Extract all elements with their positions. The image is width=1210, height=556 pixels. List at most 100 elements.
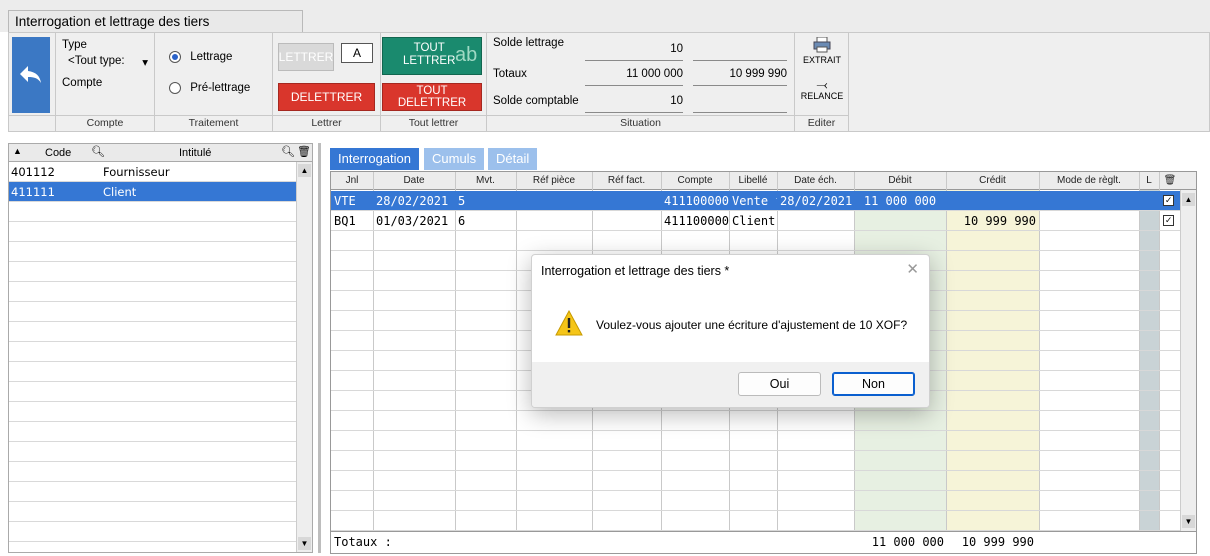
totals-label: Totaux : [334, 535, 392, 549]
table-row[interactable] [331, 431, 1196, 451]
totals-debit: 11 000 000 [871, 535, 944, 549]
sort-up-icon[interactable]: ▲ [13, 146, 22, 156]
relance-button[interactable]: ⤙ RELANCE [799, 77, 845, 101]
relance-icon: ⤙ [816, 76, 828, 92]
list-item[interactable] [9, 302, 312, 322]
header-intitule[interactable]: Intitulé [179, 147, 211, 159]
table-row[interactable] [331, 511, 1196, 531]
header-mode[interactable]: Mode de règlt. [1039, 172, 1139, 190]
list-item[interactable] [9, 322, 312, 342]
search-icon[interactable]: 🔍︎ [281, 145, 295, 158]
list-item[interactable] [9, 442, 312, 462]
account-code: 401112 [11, 165, 55, 179]
table-row[interactable]: VTE28/02/20215411100000Vente fo28/02/202… [331, 191, 1196, 211]
prelettrage-radio[interactable]: Pré-lettrage [169, 82, 250, 94]
ribbon: Type <Tout type: ▾ Compte Compte Lettrag… [8, 32, 1210, 132]
cell-jnl: VTE [334, 194, 356, 208]
header-debit[interactable]: Débit [854, 172, 946, 190]
list-item[interactable] [9, 522, 312, 542]
list-item[interactable] [9, 382, 312, 402]
tab-interrogation[interactable]: Interrogation [330, 148, 419, 170]
scroll-up-icon[interactable]: ▲ [298, 164, 311, 177]
scroll-down-icon[interactable]: ▼ [1182, 515, 1195, 528]
cell-libelle: Client [732, 214, 776, 228]
header-credit[interactable]: Crédit [946, 172, 1039, 190]
group-label-editer: Editer [795, 115, 848, 131]
list-item[interactable] [9, 342, 312, 362]
solde-comptable-label: Solde comptable [493, 95, 579, 107]
row-checkbox[interactable]: ✓ [1163, 195, 1174, 206]
table-row[interactable] [331, 411, 1196, 431]
header-ref-fact[interactable]: Réf fact. [592, 172, 661, 190]
header-jnl[interactable]: Jnl [331, 172, 373, 190]
header-date[interactable]: Date [373, 172, 455, 190]
back-group [9, 33, 56, 131]
row-checkbox[interactable]: ✓ [1163, 215, 1174, 226]
back-button[interactable] [12, 37, 50, 113]
cell-credit: 10 999 990 [963, 214, 1036, 228]
list-item[interactable] [9, 242, 312, 262]
list-item[interactable]: 411111 Client [9, 182, 312, 202]
table-row[interactable] [331, 451, 1196, 471]
totals-credit: 10 999 990 [961, 535, 1034, 549]
lettrage-radio[interactable]: Lettrage [169, 51, 232, 63]
extrait-button[interactable]: EXTRAIT [799, 36, 845, 65]
traitement-group: Lettrage Pré-lettrage Traitement [155, 33, 273, 131]
list-item[interactable] [9, 482, 312, 502]
letter-code-box[interactable]: A [341, 43, 373, 63]
header-ref-piece[interactable]: Réf pièce [516, 172, 592, 190]
cell-mvt: 6 [458, 214, 466, 228]
list-item[interactable]: 401112 Fournisseur [9, 162, 312, 182]
account-name: Fournisseur [103, 165, 170, 179]
list-item[interactable] [9, 462, 312, 482]
accounts-scrollbar[interactable]: ▲ ▼ [296, 162, 312, 552]
cell-jnl: BQ1 [334, 214, 356, 228]
list-item[interactable] [9, 202, 312, 222]
header-compte[interactable]: Compte [661, 172, 729, 190]
table-row[interactable]: BQ1 01/03/2021 6 411100000 Client 10 999 990 ✓ [331, 211, 1196, 231]
table-row[interactable] [331, 471, 1196, 491]
header-mvt[interactable]: Mvt. [455, 172, 516, 190]
grid-scrollbar[interactable]: ▲ ▼ [1180, 190, 1196, 531]
table-row[interactable] [331, 231, 1196, 251]
window-title-tab[interactable]: Interrogation et lettrage des tiers [8, 10, 303, 32]
list-item[interactable] [9, 502, 312, 522]
tab-cumuls[interactable]: Cumuls [424, 148, 485, 170]
tout-lettrer-button[interactable]: TOUT LETTRER ab [382, 37, 482, 75]
yes-button[interactable]: Oui [738, 372, 821, 396]
printer-icon [813, 36, 831, 53]
list-item[interactable] [9, 222, 312, 242]
header-l[interactable]: L [1139, 172, 1159, 190]
list-item[interactable] [9, 282, 312, 302]
dialog-message: Voulez-vous ajouter une écriture d'ajust… [596, 318, 908, 332]
editer-group: EXTRAIT ⤙ RELANCE Editer [795, 33, 849, 131]
header-date-ech[interactable]: Date éch. [777, 172, 854, 190]
list-item[interactable] [9, 362, 312, 382]
tout-delettrer-button[interactable]: TOUT DELETTRER [382, 83, 482, 111]
list-item[interactable] [9, 402, 312, 422]
list-item[interactable] [9, 262, 312, 282]
type-select[interactable]: <Tout type: ▾ [68, 55, 148, 69]
search-icon[interactable]: 🔍︎ [91, 145, 105, 158]
list-item[interactable] [9, 422, 312, 442]
totaux-debit-value: 11 000 000 [585, 68, 683, 86]
table-row[interactable] [331, 491, 1196, 511]
trash-icon[interactable]: 🗑 [1159, 172, 1181, 190]
scroll-up-icon[interactable]: ▲ [1182, 193, 1195, 206]
cell-libelle: Vente fo [732, 194, 777, 208]
group-label-traitement: Traitement [155, 115, 272, 131]
splitter[interactable] [318, 143, 321, 553]
delettrer-button[interactable]: DELETTRER [278, 83, 375, 111]
no-button[interactable]: Non [832, 372, 915, 396]
lettrer-button[interactable]: LETTRER [278, 43, 334, 71]
cell-debit: 11 000 000 [863, 194, 937, 208]
tab-detail[interactable]: Détail [488, 148, 538, 170]
header-code[interactable]: Code [45, 147, 71, 159]
close-icon[interactable]: ✕ [906, 260, 919, 278]
group-label-lettrer: Lettrer [273, 115, 380, 131]
header-libelle[interactable]: Libellé [729, 172, 777, 190]
scroll-down-icon[interactable]: ▼ [298, 537, 311, 550]
trash-icon[interactable]: 🗑 [297, 145, 311, 158]
back-arrow-icon [20, 66, 41, 83]
situation-group: Solde lettrage 10 Totaux 11 000 000 10 9… [487, 33, 795, 131]
